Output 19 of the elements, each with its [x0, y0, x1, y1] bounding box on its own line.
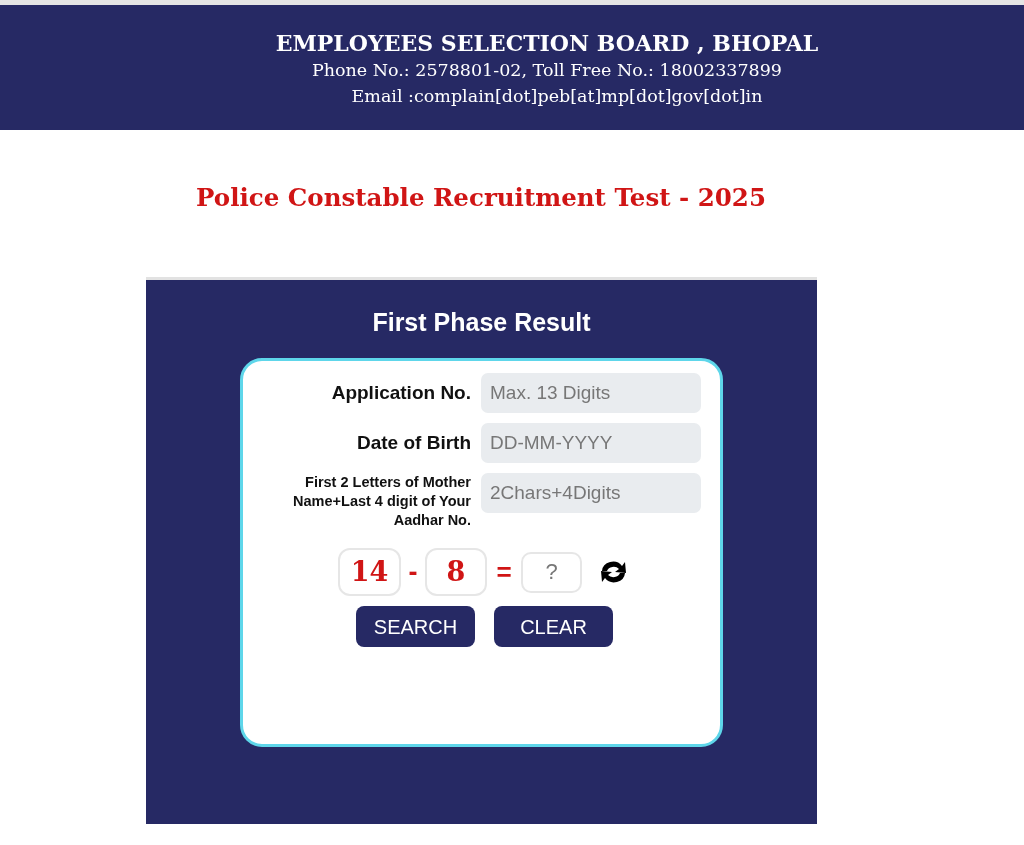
field-label: Application No.	[330, 381, 472, 405]
captcha-number: 8	[425, 548, 487, 596]
phone-numbers: Phone No.: 2578801-02, Toll Free No.: 18002337899	[312, 59, 782, 82]
refresh-icon[interactable]	[598, 559, 629, 585]
captcha-answer-field[interactable]: ?	[521, 551, 582, 593]
email-address: Email :complain[dot]peb[at]mp[dot]gov[dot]in	[350, 85, 763, 108]
captcha-number: 14	[338, 548, 401, 596]
panel-title: First Phase Result	[372, 307, 591, 338]
field-label: First 2 Letters of Mother Name+Last 4 digit of Your Aadhar No.	[292, 473, 472, 530]
captcha-equals: =	[495, 555, 513, 589]
form-button[interactable]: SEARCH	[356, 606, 475, 647]
text-input-field[interactable]: Max. 13 Digits	[481, 373, 701, 413]
page-title: Police Constable Recruitment Test - 2025	[196, 182, 766, 215]
captcha-operator: -	[407, 555, 419, 589]
field-label: Date of Birth	[356, 431, 472, 455]
text-input-field[interactable]: DD-MM-YYYY	[481, 423, 701, 463]
form-button[interactable]: CLEAR	[494, 606, 613, 647]
text-input-field[interactable]: 2Chars+4Digits	[481, 473, 701, 513]
organization-name: EMPLOYEES SELECTION BOARD , BHOPAL	[275, 29, 819, 57]
